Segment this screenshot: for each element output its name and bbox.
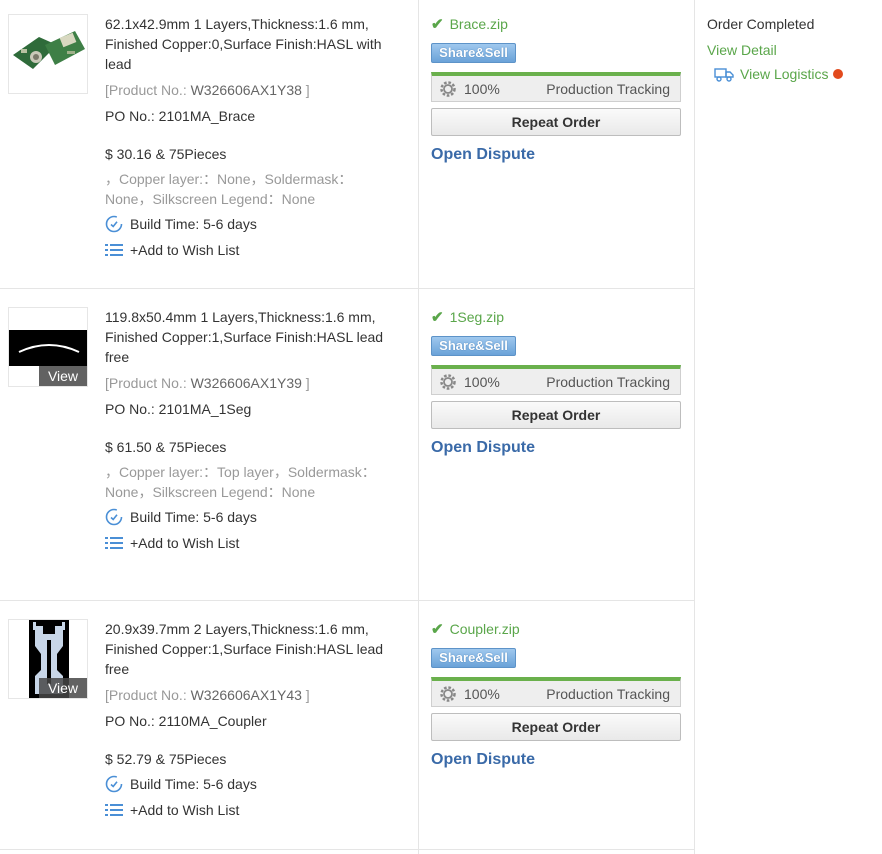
build-time: Build Time: 5-6 days (105, 507, 395, 527)
clock-refresh-icon (105, 775, 123, 793)
progress-percent: 100% (464, 685, 500, 702)
share-sell-button[interactable]: Share&Sell (431, 336, 516, 356)
add-to-wishlist-link[interactable]: +Add to Wish List (105, 533, 395, 553)
add-to-wishlist-label: +Add to Wish List (130, 802, 240, 818)
view-logistics-label: View Logistics (740, 66, 829, 82)
po-number: PO No.: 2110MA_Coupler (105, 713, 267, 729)
product-description: 119.8x50.4mm 1 Layers,Thickness:1.6 mm, … (105, 309, 384, 365)
check-icon: ✔ (431, 621, 444, 638)
gerber-file-link[interactable]: ✔ 1Seg.zip (431, 308, 681, 326)
clock-refresh-icon (105, 508, 123, 526)
pcb-thumbnail[interactable] (8, 14, 88, 94)
order-actions: ✔ 1Seg.zip Share&Sell 100% Production Tra… (431, 308, 681, 457)
product-description: 62.1x42.9mm 1 Layers,Thickness:1.6 mm, F… (105, 16, 382, 72)
tracking-label: Production Tracking (546, 685, 670, 702)
file-name: Coupler.zip (449, 621, 520, 637)
product-number-label: [Product No.: (105, 82, 191, 98)
product-number-close: ] (301, 375, 310, 391)
price-quantity: $ 61.50 & 75Pieces (105, 439, 227, 455)
po-number: PO No.: 2101MA_1Seg (105, 401, 252, 417)
product-description: 20.9x39.7mm 2 Layers,Thickness:1.6 mm, F… (105, 621, 384, 677)
product-number-label: [Product No.: (105, 375, 191, 391)
product-number: [Product No.: W326606AX1Y39 ] (105, 373, 395, 393)
order-actions: ✔ Coupler.zip Share&Sell 100% Production … (431, 620, 681, 769)
layer-specs: ，Copper layer:：None，Soldermask：None，Silk… (105, 171, 353, 207)
gear-icon (440, 80, 456, 97)
build-time: Build Time: 5-6 days (105, 214, 395, 234)
order-info: 20.9x39.7mm 2 Layers,Thickness:1.6 mm, F… (105, 619, 395, 820)
add-to-wishlist-label: +Add to Wish List (130, 535, 240, 551)
open-dispute-link[interactable]: Open Dispute (431, 439, 681, 457)
gerber-file-link[interactable]: ✔ Brace.zip (431, 15, 681, 33)
check-icon: ✔ (431, 16, 444, 33)
open-dispute-link[interactable]: Open Dispute (431, 751, 681, 769)
build-time-label: Build Time: 5-6 days (130, 776, 257, 792)
list-icon (105, 241, 123, 259)
order-status: Order Completed (707, 16, 815, 32)
pcb-thumbnail[interactable]: View (8, 619, 88, 699)
open-dispute-link[interactable]: Open Dispute (431, 146, 681, 164)
product-number-value: W326606AX1Y39 (190, 375, 302, 391)
add-to-wishlist-link[interactable]: +Add to Wish List (105, 800, 395, 820)
gear-icon (440, 685, 456, 702)
gear-icon (440, 373, 456, 390)
product-number-value: W326606AX1Y38 (190, 82, 302, 98)
notification-dot (833, 69, 844, 79)
list-icon (105, 801, 123, 819)
product-number-value: W326606AX1Y43 (190, 687, 302, 703)
add-to-wishlist-label: +Add to Wish List (130, 242, 240, 258)
list-icon (105, 534, 123, 552)
build-time-label: Build Time: 5-6 days (130, 509, 257, 525)
add-to-wishlist-link[interactable]: +Add to Wish List (105, 240, 395, 260)
row-divider (0, 600, 694, 601)
view-label: View (39, 366, 87, 386)
product-number: [Product No.: W326606AX1Y43 ] (105, 685, 395, 705)
gerber-file-link[interactable]: ✔ Coupler.zip (431, 620, 681, 638)
price-quantity: $ 30.16 & 75Pieces (105, 146, 227, 162)
truck-icon (714, 68, 734, 82)
check-icon: ✔ (431, 309, 444, 326)
view-logistics-link[interactable]: View Logistics (714, 66, 877, 82)
file-name: Brace.zip (449, 16, 508, 32)
order-status-panel: Order Completed View Detail View Logisti… (707, 14, 877, 82)
product-number-label: [Product No.: (105, 687, 191, 703)
column-divider (694, 0, 695, 854)
view-detail-link[interactable]: View Detail (707, 40, 877, 60)
progress-percent: 100% (464, 80, 500, 97)
production-tracking-bar[interactable]: 100% Production Tracking (431, 677, 681, 707)
row-divider (0, 849, 694, 850)
share-sell-button[interactable]: Share&Sell (431, 648, 516, 668)
order-actions: ✔ Brace.zip Share&Sell 100% Production Tr… (431, 15, 681, 164)
row-divider (0, 288, 694, 289)
tracking-label: Production Tracking (546, 80, 670, 97)
repeat-order-button[interactable]: Repeat Order (431, 713, 681, 741)
pcb-thumbnail[interactable]: View (8, 307, 88, 387)
layer-specs: ，Copper layer:：Top layer，Soldermask：None… (105, 464, 376, 500)
price-quantity: $ 52.79 & 75Pieces (105, 751, 227, 767)
order-info: 119.8x50.4mm 1 Layers,Thickness:1.6 mm, … (105, 307, 395, 553)
po-number: PO No.: 2101MA_Brace (105, 108, 256, 124)
repeat-order-button[interactable]: Repeat Order (431, 108, 681, 136)
product-number: [Product No.: W326606AX1Y38 ] (105, 80, 395, 100)
production-tracking-bar[interactable]: 100% Production Tracking (431, 72, 681, 102)
tracking-label: Production Tracking (546, 373, 670, 390)
column-divider (418, 0, 419, 854)
file-name: 1Seg.zip (449, 309, 505, 325)
build-time-label: Build Time: 5-6 days (130, 216, 257, 232)
share-sell-button[interactable]: Share&Sell (431, 43, 516, 63)
progress-percent: 100% (464, 373, 500, 390)
product-number-close: ] (301, 82, 310, 98)
build-time: Build Time: 5-6 days (105, 774, 395, 794)
product-number-close: ] (301, 687, 310, 703)
order-info: 62.1x42.9mm 1 Layers,Thickness:1.6 mm, F… (105, 14, 395, 260)
view-label: View (39, 678, 87, 698)
repeat-order-button[interactable]: Repeat Order (431, 401, 681, 429)
pcb-photo (9, 15, 87, 93)
production-tracking-bar[interactable]: 100% Production Tracking (431, 365, 681, 395)
clock-refresh-icon (105, 215, 123, 233)
